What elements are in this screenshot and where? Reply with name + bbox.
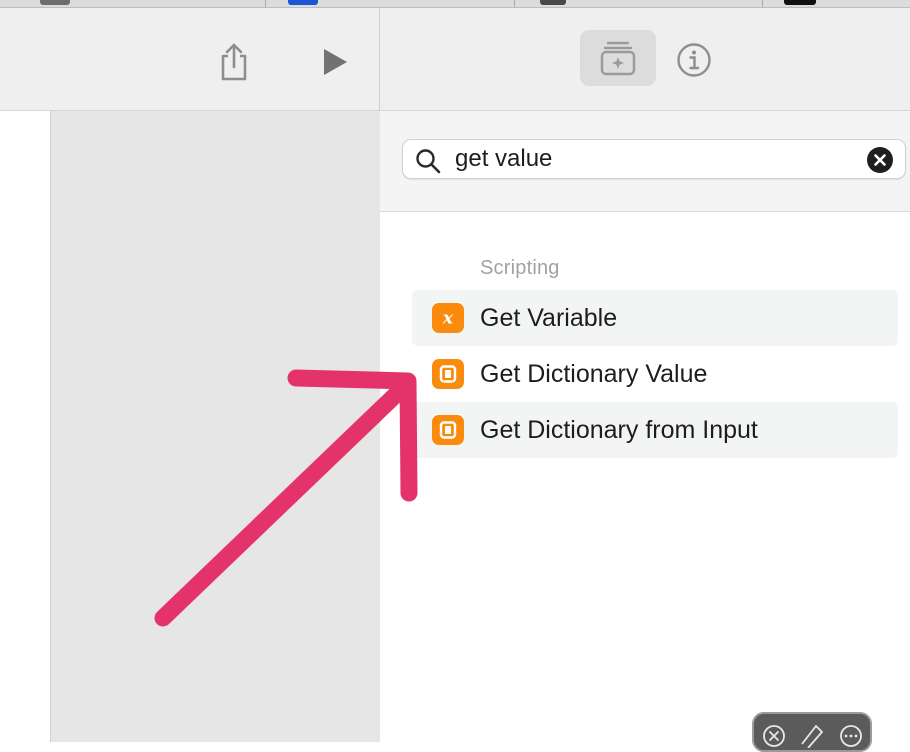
result-label: Get Dictionary from Input: [480, 416, 758, 444]
tab-separator: [762, 0, 763, 7]
result-label: Get Variable: [480, 304, 618, 332]
search-field[interactable]: [402, 139, 906, 179]
search-area: [380, 111, 910, 212]
pen-icon[interactable]: [798, 722, 826, 748]
tab-separator: [265, 0, 266, 7]
dictionary-icon: [432, 415, 464, 445]
tab-favicon: [784, 0, 816, 5]
result-get-variable[interactable]: x Get Variable: [412, 290, 898, 346]
variable-x-icon: x: [432, 303, 464, 333]
result-label: Get Dictionary Value: [480, 360, 708, 388]
svg-text:x: x: [442, 309, 454, 329]
run-button[interactable]: [314, 40, 356, 84]
tab-favicon: [288, 0, 318, 5]
action-library-icon: [600, 41, 636, 76]
result-get-dictionary-from-input[interactable]: Get Dictionary from Input: [412, 402, 898, 458]
tab-strip: [0, 0, 910, 8]
info-icon: [677, 43, 711, 77]
tab-favicon: [40, 0, 70, 5]
tab-favicon: [540, 0, 566, 5]
clear-search-button[interactable]: [867, 147, 893, 173]
share-icon: [221, 43, 247, 81]
search-results: Scripting x Get Variable Get Dictionary …: [380, 212, 910, 742]
share-button[interactable]: [214, 38, 254, 86]
editor-canvas[interactable]: [50, 111, 380, 742]
play-icon: [324, 49, 347, 75]
clear-x-icon: [867, 147, 893, 173]
info-button[interactable]: [672, 38, 716, 82]
magnifier-icon: [416, 149, 441, 174]
result-get-dictionary-value[interactable]: Get Dictionary Value: [412, 346, 898, 402]
more-icon[interactable]: [838, 724, 864, 748]
dictionary-icon: [432, 359, 464, 389]
search-input[interactable]: [455, 144, 855, 174]
close-circle-icon[interactable]: [762, 724, 786, 748]
floating-controls[interactable]: [752, 712, 872, 752]
tab-separator: [514, 0, 515, 7]
section-header: Scripting: [480, 257, 560, 279]
action-library-button[interactable]: [580, 30, 656, 86]
editor-margin: [0, 111, 50, 742]
editor-toolbar: [0, 8, 379, 111]
sidebar-toolbar: [380, 8, 910, 111]
